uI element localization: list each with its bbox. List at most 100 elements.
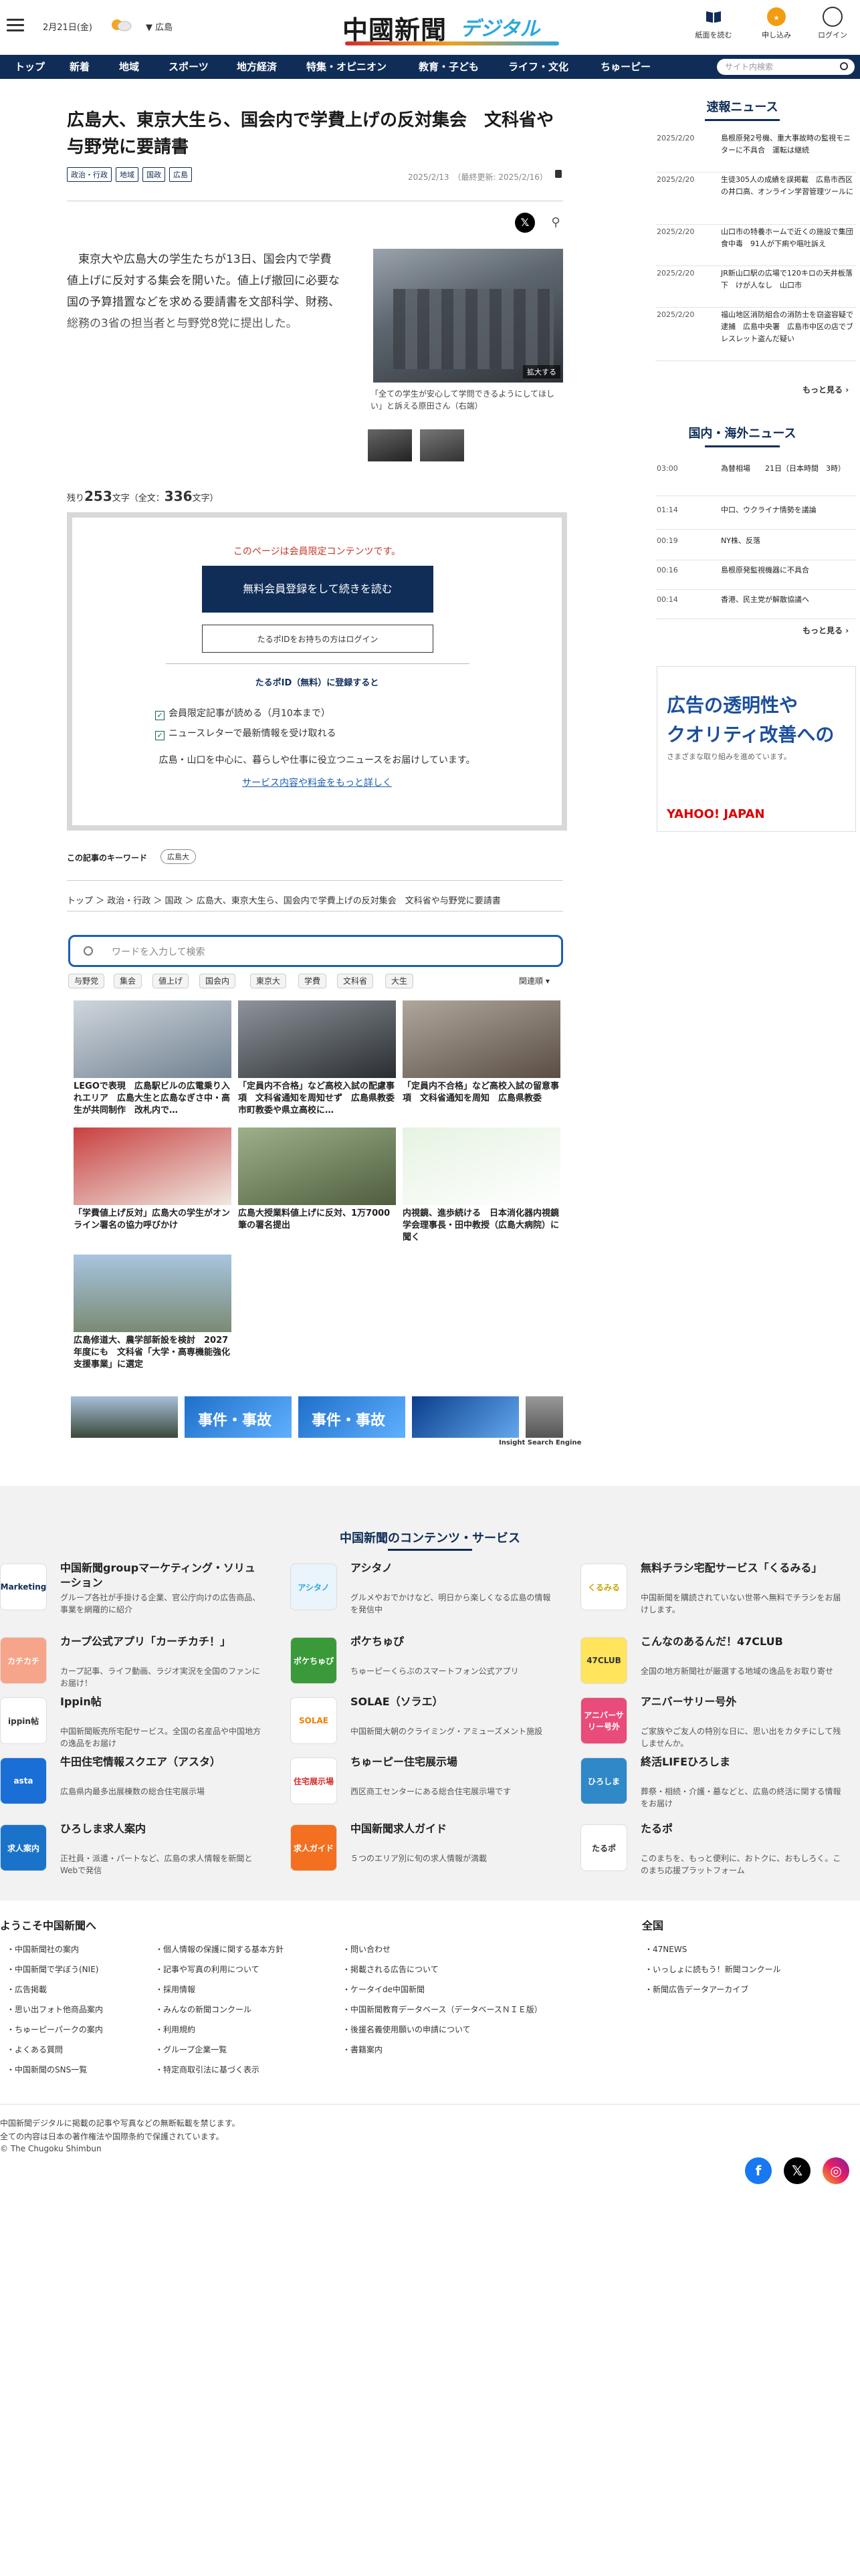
news-title[interactable]: 福山地区消防組合の消防士を窃盗容疑で逮捕 広島中央署 広島市中区の店でブレスレッ… — [721, 309, 853, 345]
nav-item-new[interactable]: 新着 — [70, 55, 90, 79]
keyword-chip[interactable]: 集会 — [114, 974, 142, 988]
topic-banner[interactable] — [412, 1396, 519, 1438]
news-item[interactable]: 00:19 NY株、反落 — [655, 534, 856, 560]
topic-banner[interactable]: 事件・事故 — [298, 1396, 405, 1438]
related-title[interactable]: 広島修道大、農学部新設を検討 2027年度にも 文科省「大学・高専機能強化支援事… — [74, 1335, 231, 1371]
service-name[interactable]: 中国新聞求人ガイド — [350, 1822, 551, 1836]
site-search-input[interactable]: サイト内検索 — [717, 59, 855, 75]
service-item[interactable]: 住宅展示場 ちゅーピー住宅展示場 西区商工センターにある総合住宅展示場です — [290, 1752, 551, 1812]
service-name[interactable]: こんなのあるんだ！47CLUB — [641, 1634, 841, 1649]
footer-link[interactable]: ・記事や写真の利用について — [155, 1963, 259, 1975]
service-name[interactable]: 無料チラシ宅配サービス「くるみる」 — [641, 1561, 841, 1576]
service-name[interactable]: ちゅーピー住宅展示場 — [350, 1755, 551, 1769]
footer-link[interactable]: ・いっしょに読もう！新聞コンクール — [645, 1963, 781, 1975]
read-paper-button[interactable]: 紙面を読む — [690, 7, 737, 40]
footer-link[interactable]: ・書籍案内 — [342, 2044, 383, 2055]
news-item[interactable]: 01:14 中口、ウクライナ情勢を議論 — [655, 503, 856, 530]
service-name[interactable]: たるポ — [641, 1822, 841, 1836]
sidebar-ad[interactable]: 広告の透明性や クオリティ改善への さまざまな取り組みを進めています。 YAHO… — [657, 666, 856, 832]
service-name[interactable]: 牛田住宅情報スクエア（アスタ） — [60, 1755, 261, 1769]
footer-link[interactable]: ・中国新聞社の案内 — [7, 1943, 79, 1955]
footer-link[interactable]: ・よくある質問 — [7, 2044, 63, 2055]
topic-banner[interactable] — [526, 1396, 563, 1438]
related-title[interactable]: 「学費値上げ反対」広島大の学生がオンライン署名の協力呼びかけ — [74, 1208, 231, 1232]
news-title[interactable]: 為替相場 21日（日本時間 3時） — [721, 463, 853, 475]
service-item[interactable]: ippin帖 Ippin帖 中国新聞販売所宅配サービス。全国の名産品や中国地方の逸品… — [0, 1692, 261, 1752]
related-title[interactable]: 「定員内不合格」など高校入試の配慮事項 文科省通知を周知せず 広島県教委 市町教… — [238, 1081, 403, 1117]
more-link[interactable]: もっと見る › — [802, 384, 849, 395]
nav-item-feature[interactable]: 特集・オピニオン — [306, 55, 387, 79]
keyword-chip[interactable]: 値上げ — [152, 974, 189, 988]
service-item[interactable]: ポケちゅぴ ポケちゅぴ ちゅーピーくらぶのスマートフォン公式アプリ — [290, 1632, 551, 1692]
news-item[interactable]: 00:16 島根原発監視機器に不具合 — [655, 563, 856, 590]
service-item[interactable]: 47CLUB こんなのあるんだ！47CLUB 全国の地方新聞社が厳選する地域の逸品を… — [580, 1632, 841, 1692]
tag-hiroshima[interactable]: 広島 — [169, 167, 192, 182]
topic-banner[interactable] — [71, 1396, 178, 1438]
breadcrumb[interactable]: トップ ＞ 政治・行政 ＞ 国政 ＞ 広島大、東京大生ら、国会内で学費上げの反対… — [67, 893, 501, 906]
service-item[interactable]: asta 牛田住宅情報スクエア（アスタ） 広島県内最多出展棟数の総合住宅展示場 — [0, 1752, 261, 1812]
service-name[interactable]: SOLAE（ソラエ） — [350, 1695, 551, 1709]
news-title[interactable]: JR新山口駅の広場で120キロの天井板落下 けが人なし 山口市 — [721, 267, 853, 292]
sort-dropdown[interactable]: 関連順 ▾ — [519, 975, 550, 986]
x-share-icon[interactable]: 𝕏 — [515, 213, 535, 233]
link-copy-icon[interactable]: ⚲ — [547, 214, 564, 231]
footer-link[interactable]: ・利用規約 — [155, 2024, 195, 2035]
related-title[interactable]: 内視鏡、進歩続ける 日本消化器内視鏡学会理事長・田中教授（広島大病院）に聞く — [403, 1208, 560, 1244]
keyword-chip[interactable]: 大生 — [385, 974, 414, 988]
service-name[interactable]: 終活LIFEひろしま — [641, 1755, 841, 1769]
register-button[interactable]: 無料会員登録をして続きを読む — [202, 566, 433, 613]
service-name[interactable]: ポケちゅぴ — [350, 1634, 551, 1649]
service-name[interactable]: 中国新聞groupマーケティング・ソリューション — [60, 1561, 261, 1590]
news-item[interactable]: 2025/2/20 山口市の特養ホームで近くの施設で集団食中毒 91人が下痢や嘔吐… — [655, 225, 856, 266]
photo-thumbnail[interactable] — [420, 429, 464, 461]
service-name[interactable]: アシタノ — [350, 1561, 551, 1576]
article-photo[interactable]: 拡大する — [373, 249, 563, 383]
footer-link[interactable]: ・ちゅーピーパークの案内 — [7, 2024, 103, 2035]
related-title[interactable]: LEGOで表現 広島駅ビルの広電乗り入れエリア 広島大生と広島なぎさ中・高生が共… — [74, 1081, 231, 1117]
related-title[interactable]: 「定員内不合格」など高校入試の留意事項 文科省通知を周知 広島県教委 — [403, 1081, 560, 1105]
nav-item-economy[interactable]: 地方経済 — [237, 55, 277, 79]
nav-item-top[interactable]: トップ — [15, 55, 45, 79]
footer-link[interactable]: ・みんなの新聞コンクール — [155, 2004, 251, 2015]
more-link[interactable]: もっと見る › — [802, 625, 849, 636]
keyword-chip[interactable]: 国会内 — [199, 974, 236, 988]
footer-link[interactable]: ・新聞広告データアーカイブ — [645, 1983, 748, 1995]
tag-national[interactable]: 国政 — [142, 167, 165, 182]
footer-link[interactable]: ・掲載される広告について — [342, 1963, 439, 1975]
site-logo[interactable]: 中國新聞 デジタル — [338, 8, 559, 45]
related-search-input[interactable]: ワードを入力して検索 — [68, 935, 563, 967]
service-name[interactable]: Ippin帖 — [60, 1695, 261, 1709]
news-item[interactable]: 2025/2/20 生徒305人の成績を誤掲載 広島市西区の井口高、オンライン学習… — [655, 173, 856, 225]
photo-thumbnail[interactable] — [368, 429, 412, 461]
footer-link[interactable]: ・中国新聞で学ぼう(NIE) — [7, 1963, 98, 1975]
news-item[interactable]: 2025/2/20 島根原発2号機、重大事故時の監視モニターに不具合 運転は継続 — [655, 131, 856, 173]
service-item[interactable]: ひろしま 終活LIFEひろしま 葬祭・相続・介護・墓などと、広島の終活に関する情報を… — [580, 1752, 841, 1812]
service-item[interactable]: 求人案内 ひろしま求人案内 正社員・派遣・パートなど、広島の求人情報を新聞とWebで… — [0, 1819, 261, 1879]
search-icon[interactable] — [840, 62, 848, 70]
news-item[interactable]: 2025/2/20 JR新山口駅の広場で120キロの天井板落下 けが人なし 山口市 — [655, 266, 856, 308]
footer-link[interactable]: ・思い出フォト他商品案内 — [7, 2004, 103, 2015]
service-name[interactable]: カープ公式アプリ「カーチカチ！」 — [60, 1634, 261, 1649]
enlarge-button[interactable]: 拡大する — [523, 365, 560, 379]
news-title[interactable]: 島根原発2号機、重大事故時の監視モニターに不具合 運転は継続 — [721, 132, 853, 156]
footer-link[interactable]: ・広告掲載 — [7, 1983, 47, 1995]
footer-link[interactable]: ・グループ企業一覧 — [155, 2044, 227, 2055]
news-title[interactable]: 香港、民主党が解散協議へ — [721, 594, 853, 606]
news-item[interactable]: 2025/2/20 福山地区消防組合の消防士を窃盗容疑で逮捕 広島中央署 広島市中… — [655, 308, 856, 361]
service-item[interactable]: アシタノ アシタノ グルメやおでかけなど、明日から楽しくなる広島の情報を発信中 — [290, 1558, 551, 1618]
topic-banner[interactable]: 事件・事故 — [185, 1396, 292, 1438]
subscribe-button[interactable]: ★ 申し込み — [753, 7, 800, 40]
keyword-chip[interactable]: 学費 — [298, 974, 327, 988]
news-title[interactable]: 中口、ウクライナ情勢を議論 — [721, 504, 853, 516]
related-title[interactable]: 広島大授業料値上げに反対、1万7000筆の署名提出 — [238, 1208, 396, 1232]
footer-link[interactable]: ・中国新聞教育データベース（データベースＮＩＥ版） — [342, 2004, 542, 2015]
instagram-icon[interactable]: ◎ — [823, 2157, 849, 2184]
news-title[interactable]: NY株、反落 — [721, 535, 853, 547]
footer-link[interactable]: ・採用情報 — [155, 1983, 195, 1995]
nav-item-region[interactable]: 地域 — [119, 55, 139, 79]
news-item[interactable]: 00:14 香港、民主党が解散協議へ — [655, 593, 856, 619]
keyword-tag[interactable]: 広島大 — [160, 849, 196, 864]
footer-link[interactable]: ・ケータイde中国新聞 — [342, 1983, 425, 1995]
related-thumbnail[interactable] — [74, 1128, 231, 1205]
footer-link[interactable]: ・中国新聞のSNS一覧 — [7, 2064, 87, 2075]
